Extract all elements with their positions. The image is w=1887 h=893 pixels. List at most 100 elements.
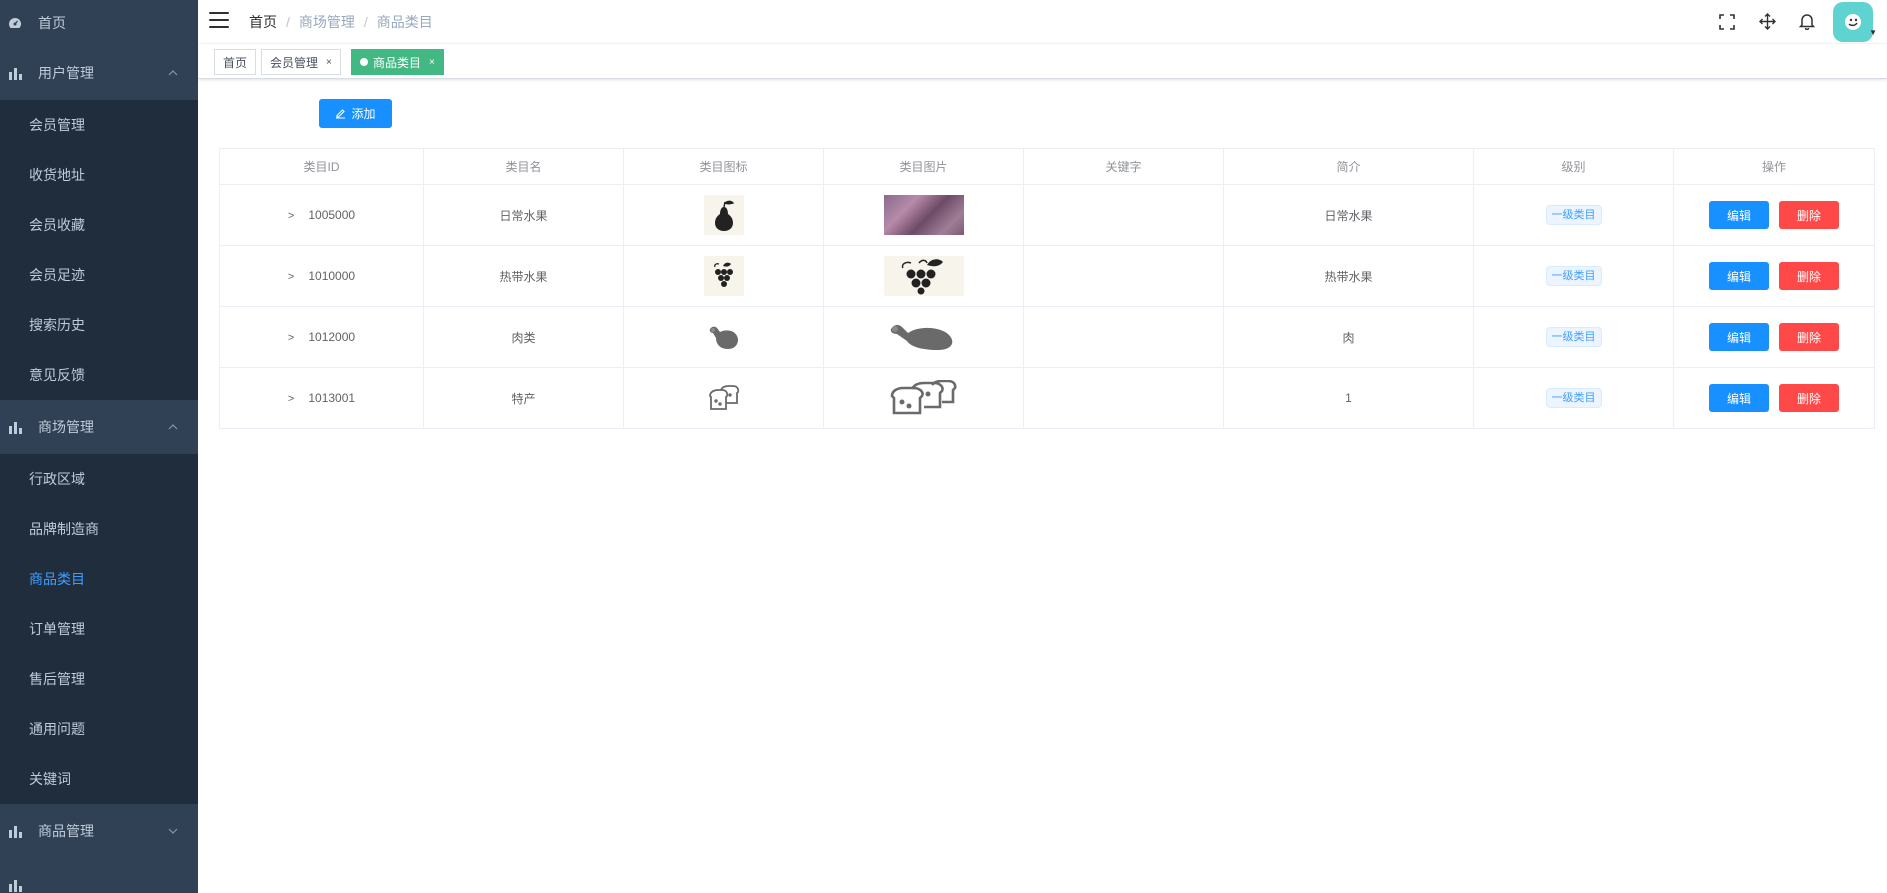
sidebar-item-order[interactable]: 订单管理 (0, 604, 198, 654)
size-move-icon[interactable] (1747, 0, 1787, 43)
column-header-keywords: 关键字 (1023, 148, 1224, 185)
sidebar-group-label: 用户管理 (38, 65, 94, 81)
edit-button[interactable]: 编辑 (1709, 323, 1769, 351)
chevron-up-icon (168, 67, 178, 79)
grapes-icon (703, 256, 744, 296)
column-header-desc: 简介 (1223, 148, 1474, 185)
sidebar-group-goods-management[interactable]: 商品管理 (0, 804, 198, 858)
breadcrumb-separator: / (286, 14, 290, 30)
category-name: 肉类 (423, 306, 624, 368)
grapes-icon (883, 256, 964, 296)
chevron-up-icon (168, 421, 178, 433)
category-keywords (1023, 184, 1224, 246)
sidebar-group-label: 商品管理 (38, 823, 94, 839)
sidebar-item-label: 关键词 (29, 771, 71, 787)
edit-button[interactable]: 编辑 (1709, 201, 1769, 229)
sidebar-item-label: 通用问题 (29, 721, 85, 737)
sidebar-group-user-management[interactable]: 用户管理 (0, 46, 198, 100)
expand-arrow-icon[interactable]: > (288, 332, 294, 344)
level-badge: 一级类目 (1545, 388, 1602, 408)
category-name: 特产 (423, 367, 624, 429)
tag-category[interactable]: 商品类目 × (351, 49, 444, 75)
tag-label: 商品类目 (373, 55, 422, 70)
level-badge: 一级类目 (1545, 266, 1602, 286)
tags-view: 首页 会员管理 × 商品类目 × (198, 44, 1887, 79)
delete-button[interactable]: 删除 (1779, 323, 1839, 351)
sidebar-item-label: 意见反馈 (29, 367, 85, 383)
table-row: >1013001 特产 1 一级类目 编辑 删除 (219, 367, 1875, 429)
tag-label: 首页 (223, 55, 248, 70)
sidebar-item-label: 会员管理 (29, 117, 85, 133)
sidebar-group-mall-management[interactable]: 商场管理 (0, 400, 198, 454)
delete-button[interactable]: 删除 (1779, 201, 1839, 229)
sidebar-item-region[interactable]: 行政区域 (0, 454, 198, 504)
avatar (1833, 1, 1873, 42)
close-icon[interactable]: × (326, 57, 332, 68)
bell-icon[interactable] (1787, 0, 1827, 43)
breadcrumb: 首页 / 商场管理 / 商品类目 (249, 12, 433, 32)
edit-button[interactable]: 编辑 (1709, 384, 1769, 412)
navbar-right-menu: ▼ (1707, 0, 1887, 43)
sidebar-item-shipping-address[interactable]: 收货地址 (0, 150, 198, 200)
sidebar-item-member-favorites[interactable]: 会员收藏 (0, 200, 198, 250)
sidebar-group-label: 商场管理 (38, 419, 94, 435)
expand-arrow-icon[interactable]: > (288, 271, 294, 283)
category-table: 类目ID 类目名 类目图标 类目图片 关键字 简介 级别 操作 >1005000… (219, 148, 1875, 429)
dashboard-icon (8, 16, 22, 30)
sidebar-item-faq[interactable]: 通用问题 (0, 704, 198, 754)
hamburger-menu-icon[interactable] (209, 12, 229, 28)
category-desc: 热带水果 (1223, 245, 1474, 307)
delete-button[interactable]: 删除 (1779, 262, 1839, 290)
sidebar-item-keyword[interactable]: 关键词 (0, 754, 198, 804)
edit-button[interactable]: 编辑 (1709, 262, 1769, 290)
category-name: 热带水果 (423, 245, 624, 307)
sidebar-item-member-management[interactable]: 会员管理 (0, 100, 198, 150)
sidebar-item-feedback[interactable]: 意见反馈 (0, 350, 198, 400)
sidebar-item-search-history[interactable]: 搜索历史 (0, 300, 198, 350)
breadcrumb-item-category: 商品类目 (376, 14, 433, 30)
delete-button[interactable]: 删除 (1779, 384, 1839, 412)
category-keywords (1023, 306, 1224, 368)
category-desc: 日常水果 (1223, 184, 1474, 246)
sidebar-item-member-footprints[interactable]: 会员足迹 (0, 250, 198, 300)
category-id: 1010000 (308, 269, 356, 283)
plum-photo (883, 195, 964, 235)
pear-icon (703, 195, 744, 235)
sidebar-item-label: 行政区域 (29, 471, 85, 487)
tag-member-management[interactable]: 会员管理 × (261, 49, 341, 75)
sidebar-item-aftersale[interactable]: 售后管理 (0, 654, 198, 704)
breadcrumb-item-home[interactable]: 首页 (249, 12, 277, 32)
column-header-name: 类目名 (423, 148, 624, 185)
sidebar-group-partial[interactable] (0, 858, 198, 893)
sidebar-item-label: 会员足迹 (29, 267, 85, 283)
tag-home[interactable]: 首页 (214, 49, 257, 75)
sidebar-item-category[interactable]: 商品类目 (0, 554, 198, 604)
meat-icon (883, 317, 964, 357)
sidebar: 首页 用户管理 会员管理 收货地址 会员收藏 会员足迹 搜索历史 意见反馈 商场… (0, 0, 198, 893)
sidebar-item-home[interactable]: 首页 (0, 0, 198, 46)
tag-label: 会员管理 (270, 55, 319, 70)
sidebar-item-label: 收货地址 (29, 167, 85, 183)
category-id: 1005000 (308, 208, 356, 222)
add-button[interactable]: 添加 (319, 99, 392, 128)
sidebar-item-label: 搜索历史 (29, 317, 85, 333)
sidebar-item-label: 品牌制造商 (29, 521, 99, 537)
expand-arrow-icon[interactable]: > (288, 210, 294, 222)
fullscreen-icon[interactable] (1707, 0, 1747, 43)
bread-icon (703, 378, 744, 418)
breadcrumb-item-mall: 商场管理 (298, 14, 355, 30)
chevron-down-icon (168, 825, 178, 837)
sidebar-item-brand[interactable]: 品牌制造商 (0, 504, 198, 554)
category-desc: 肉 (1223, 306, 1474, 368)
sidebar-item-label: 会员收藏 (29, 217, 85, 233)
user-avatar-dropdown[interactable]: ▼ (1827, 0, 1887, 43)
bar-chart-icon (8, 66, 22, 80)
meat-icon (703, 317, 744, 357)
close-icon[interactable]: × (429, 57, 435, 68)
category-name: 日常水果 (423, 184, 624, 246)
expand-arrow-icon[interactable]: > (288, 393, 294, 405)
table-row: >1005000 日常水果 日常水果 一级类目 编辑 删除 (219, 184, 1875, 246)
level-badge: 一级类目 (1545, 327, 1602, 347)
bar-chart-icon (8, 824, 22, 838)
column-header-pic: 类目图片 (823, 148, 1024, 185)
